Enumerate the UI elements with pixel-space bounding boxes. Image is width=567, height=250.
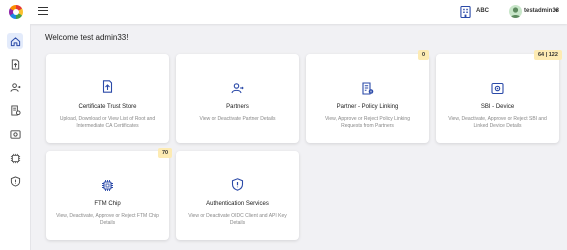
- sidebar-item-auth-services[interactable]: [9, 175, 21, 187]
- card-description: Upload, Download or View List of Root an…: [59, 116, 156, 129]
- organization-icon[interactable]: [460, 6, 471, 18]
- menu-icon[interactable]: [38, 7, 48, 15]
- organization-label[interactable]: ABC: [476, 8, 489, 14]
- sidebar-item-certificates[interactable]: [9, 58, 21, 70]
- card-partners[interactable]: Partners View or Deactivate Partner Deta…: [176, 54, 299, 143]
- chip-icon: [10, 153, 20, 163]
- chip-icon: [102, 180, 113, 191]
- sidebar-item-ftm-chip[interactable]: [9, 152, 21, 164]
- partners-icon: [231, 83, 244, 94]
- card-sbi-device[interactable]: SBI - Device View, Deactivate, Approve o…: [436, 54, 559, 143]
- sidebar: [0, 24, 31, 250]
- sidebar-item-home[interactable]: [7, 33, 23, 49]
- card-authentication-services[interactable]: Authentication Services View or Deactiva…: [176, 151, 299, 240]
- device-icon: [491, 82, 504, 95]
- avatar[interactable]: [509, 5, 522, 18]
- pending-count-badge: 70: [158, 148, 173, 158]
- card-title: Partner - Policy Linking: [336, 104, 399, 110]
- shield-icon: [231, 178, 244, 191]
- card-title: Authentication Services: [206, 201, 269, 207]
- card-description: View or Deactivate Partner Details: [199, 116, 276, 122]
- sidebar-item-policy[interactable]: [9, 104, 21, 116]
- card-title: FTM Chip: [94, 201, 121, 207]
- card-title: SBI - Device: [480, 104, 515, 110]
- device-icon: [9, 129, 21, 139]
- partners-icon: [9, 82, 21, 92]
- shield-icon: [10, 175, 20, 187]
- top-bar: ABC testadmin33 ▼: [0, 0, 567, 24]
- card-certificate-trust-store[interactable]: Certificate Trust Store Upload, Download…: [46, 54, 169, 143]
- card-description: View, Deactivate, Approve or Reject SBI …: [448, 116, 547, 129]
- policy-icon: [10, 104, 21, 116]
- card-title: Certificate Trust Store: [78, 104, 137, 110]
- card-partner-policy-linking[interactable]: Partner - Policy Linking View, Approve o…: [306, 54, 429, 143]
- pending-count-badge: 64 | 122: [534, 50, 562, 60]
- card-description: View or Deactivate OIDC Client and API K…: [188, 213, 287, 226]
- card-description: View, Approve or Reject Policy Linking R…: [325, 116, 410, 129]
- card-description: View, Deactivate, Approve or Reject FTM …: [56, 213, 159, 226]
- card-title: Partners: [226, 104, 249, 110]
- certificate-icon: [11, 58, 19, 70]
- page-title: Welcome test admin33!: [45, 33, 129, 42]
- app: ABC testadmin33 ▼ Welcome test admin33! …: [0, 0, 567, 250]
- policy-linking-icon: [362, 82, 374, 95]
- sidebar-item-devices[interactable]: [9, 128, 21, 140]
- app-logo[interactable]: [9, 5, 23, 19]
- pending-count-badge: 0: [418, 50, 430, 60]
- user-menu-caret-icon[interactable]: ▼: [554, 8, 559, 14]
- certificate-upload-icon: [102, 80, 113, 93]
- home-icon: [10, 36, 20, 46]
- sidebar-item-partners[interactable]: [9, 81, 21, 93]
- card-ftm-chip[interactable]: FTM Chip View, Deactivate, Approve or Re…: [46, 151, 169, 240]
